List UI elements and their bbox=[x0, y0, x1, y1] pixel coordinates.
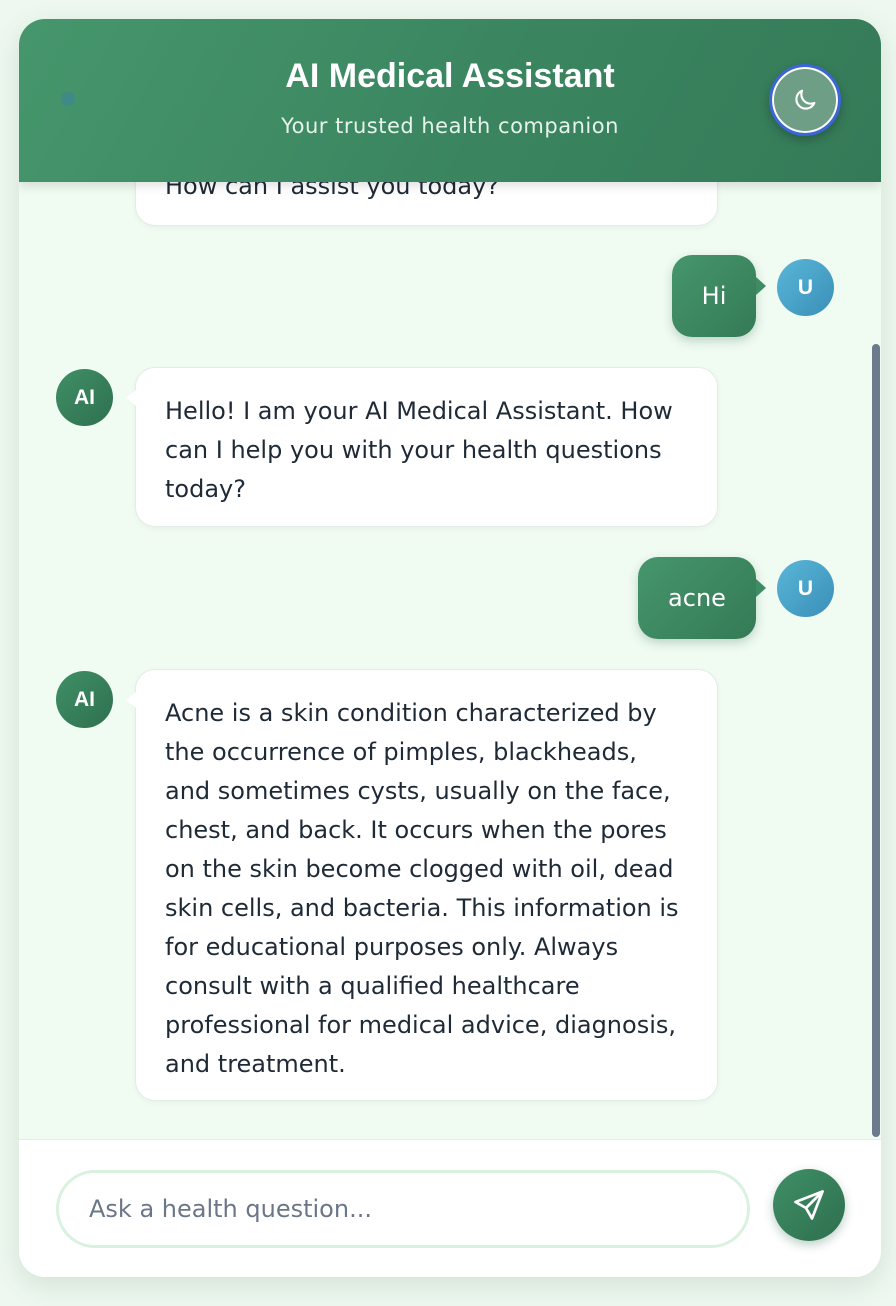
ai-message: Acne is a skin condition characterized b… bbox=[126, 669, 718, 1101]
message-text: How can I assist you today? bbox=[165, 182, 500, 200]
header: AI Medical Assistant Your trusted health… bbox=[19, 19, 881, 182]
send-icon bbox=[794, 1190, 824, 1220]
send-button[interactable] bbox=[773, 1169, 845, 1241]
user-avatar: U bbox=[777, 560, 834, 617]
ai-avatar: AI bbox=[56, 671, 113, 728]
message-text: acne bbox=[668, 584, 726, 612]
user-message: Hi bbox=[672, 255, 766, 337]
ai-avatar: AI bbox=[56, 369, 113, 426]
composer bbox=[19, 1139, 881, 1277]
theme-toggle-button[interactable] bbox=[769, 64, 841, 136]
message-list[interactable]: How can I assist you today? Hi U AI Hell… bbox=[19, 182, 881, 1139]
question-input[interactable] bbox=[56, 1170, 750, 1248]
app-subtitle: Your trusted health companion bbox=[281, 114, 619, 138]
app-title: AI Medical Assistant bbox=[285, 57, 615, 95]
ai-message: Hello! I am your AI Medical Assistant. H… bbox=[126, 367, 718, 527]
ai-message: How can I assist you today? bbox=[135, 182, 718, 226]
message-text: Hello! I am your AI Medical Assistant. H… bbox=[165, 397, 673, 503]
user-message: acne bbox=[638, 557, 766, 639]
scrollbar[interactable] bbox=[872, 344, 880, 1137]
message-text: Hi bbox=[701, 282, 727, 310]
moon-icon bbox=[795, 89, 816, 110]
message-text: Acne is a skin condition characterized b… bbox=[165, 699, 679, 1078]
user-avatar: U bbox=[777, 259, 834, 316]
chat-window: AI Medical Assistant Your trusted health… bbox=[19, 19, 881, 1277]
